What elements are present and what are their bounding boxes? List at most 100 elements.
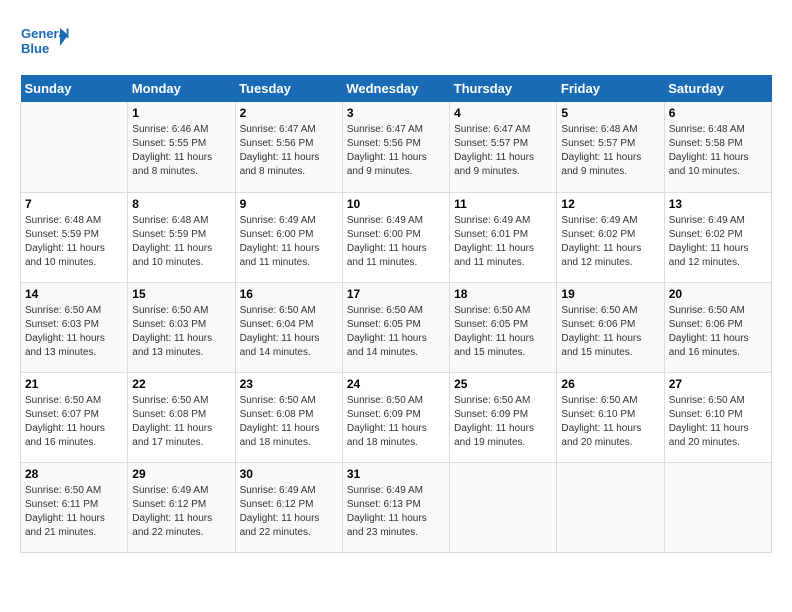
- calendar-cell: 10 Sunrise: 6:49 AMSunset: 6:00 PMDayligh…: [342, 192, 449, 282]
- day-number: 29: [132, 467, 230, 481]
- calendar-table: SundayMondayTuesdayWednesdayThursdayFrid…: [20, 75, 772, 553]
- day-number: 25: [454, 377, 552, 391]
- day-number: 26: [561, 377, 659, 391]
- day-number: 13: [669, 197, 767, 211]
- day-number: 2: [240, 106, 338, 120]
- day-info: Sunrise: 6:48 AMSunset: 5:58 PMDaylight:…: [669, 123, 767, 179]
- day-info: Sunrise: 6:47 AMSunset: 5:56 PMDaylight:…: [240, 123, 338, 179]
- day-number: 19: [561, 287, 659, 301]
- day-info: Sunrise: 6:50 AMSunset: 6:04 PMDaylight:…: [240, 304, 338, 360]
- calendar-week-row: 21Sunrise: 6:50 AMSunset: 6:07 PMDayligh…: [21, 372, 772, 462]
- day-info: Sunrise: 6:50 AMSunset: 6:08 PMDaylight:…: [240, 394, 338, 450]
- day-number: 27: [669, 377, 767, 391]
- day-info: Sunrise: 6:49 AMSunset: 6:00 PMDaylight:…: [347, 214, 445, 270]
- day-info: Sunrise: 6:50 AMSunset: 6:08 PMDaylight:…: [132, 394, 230, 450]
- calendar-cell: 26 Sunrise: 6:50 AMSunset: 6:10 PMDayligh…: [557, 372, 664, 462]
- day-info: Sunrise: 6:50 AMSunset: 6:03 PMDaylight:…: [132, 304, 230, 360]
- header-tuesday: Tuesday: [235, 75, 342, 102]
- logo: General Blue: [20, 20, 70, 65]
- day-number: 17: [347, 287, 445, 301]
- header-friday: Friday: [557, 75, 664, 102]
- calendar-cell: 8Sunrise: 6:48 AMSunset: 5:59 PMDaylight…: [128, 192, 235, 282]
- calendar-header-row: SundayMondayTuesdayWednesdayThursdayFrid…: [21, 75, 772, 102]
- day-number: 24: [347, 377, 445, 391]
- header-saturday: Saturday: [664, 75, 771, 102]
- day-info: Sunrise: 6:48 AMSunset: 5:57 PMDaylight:…: [561, 123, 659, 179]
- day-number: 8: [132, 197, 230, 211]
- calendar-cell: 9Sunrise: 6:49 AMSunset: 6:00 PMDaylight…: [235, 192, 342, 282]
- calendar-cell: 13 Sunrise: 6:49 AMSunset: 6:02 PMDayligh…: [664, 192, 771, 282]
- logo-svg: General Blue: [20, 20, 70, 65]
- calendar-cell: [21, 102, 128, 192]
- day-info: Sunrise: 6:49 AMSunset: 6:12 PMDaylight:…: [240, 484, 338, 540]
- calendar-cell: 6Sunrise: 6:48 AMSunset: 5:58 PMDaylight…: [664, 102, 771, 192]
- day-info: Sunrise: 6:48 AMSunset: 5:59 PMDaylight:…: [25, 214, 123, 270]
- calendar-cell: 27 Sunrise: 6:50 AMSunset: 6:10 PMDayligh…: [664, 372, 771, 462]
- day-info: Sunrise: 6:50 AMSunset: 6:06 PMDaylight:…: [669, 304, 767, 360]
- day-info: Sunrise: 6:50 AMSunset: 6:06 PMDaylight:…: [561, 304, 659, 360]
- day-number: 18: [454, 287, 552, 301]
- day-number: 14: [25, 287, 123, 301]
- calendar-cell: 2 Sunrise: 6:47 AMSunset: 5:56 PMDaylight…: [235, 102, 342, 192]
- day-number: 3: [347, 106, 445, 120]
- day-info: Sunrise: 6:50 AMSunset: 6:10 PMDaylight:…: [561, 394, 659, 450]
- calendar-cell: 16 Sunrise: 6:50 AMSunset: 6:04 PMDayligh…: [235, 282, 342, 372]
- calendar-cell: 15 Sunrise: 6:50 AMSunset: 6:03 PMDayligh…: [128, 282, 235, 372]
- day-number: 31: [347, 467, 445, 481]
- calendar-cell: 20 Sunrise: 6:50 AMSunset: 6:06 PMDayligh…: [664, 282, 771, 372]
- calendar-cell: 21Sunrise: 6:50 AMSunset: 6:07 PMDayligh…: [21, 372, 128, 462]
- day-number: 12: [561, 197, 659, 211]
- day-info: Sunrise: 6:49 AMSunset: 6:13 PMDaylight:…: [347, 484, 445, 540]
- day-info: Sunrise: 6:50 AMSunset: 6:03 PMDaylight:…: [25, 304, 123, 360]
- day-info: Sunrise: 6:46 AMSunset: 5:55 PMDaylight:…: [132, 123, 230, 179]
- header-wednesday: Wednesday: [342, 75, 449, 102]
- header-sunday: Sunday: [21, 75, 128, 102]
- calendar-cell: [450, 462, 557, 552]
- calendar-cell: 7Sunrise: 6:48 AMSunset: 5:59 PMDaylight…: [21, 192, 128, 282]
- day-number: 10: [347, 197, 445, 211]
- day-number: 11: [454, 197, 552, 211]
- day-number: 20: [669, 287, 767, 301]
- day-info: Sunrise: 6:49 AMSunset: 6:12 PMDaylight:…: [132, 484, 230, 540]
- calendar-cell: 3 Sunrise: 6:47 AMSunset: 5:56 PMDaylight…: [342, 102, 449, 192]
- calendar-week-row: 7Sunrise: 6:48 AMSunset: 5:59 PMDaylight…: [21, 192, 772, 282]
- day-info: Sunrise: 6:50 AMSunset: 6:11 PMDaylight:…: [25, 484, 123, 540]
- calendar-cell: 17 Sunrise: 6:50 AMSunset: 6:05 PMDayligh…: [342, 282, 449, 372]
- calendar-cell: 22Sunrise: 6:50 AMSunset: 6:08 PMDayligh…: [128, 372, 235, 462]
- day-number: 15: [132, 287, 230, 301]
- calendar-cell: 11 Sunrise: 6:49 AMSunset: 6:01 PMDayligh…: [450, 192, 557, 282]
- day-number: 1: [132, 106, 230, 120]
- calendar-week-row: 14 Sunrise: 6:50 AMSunset: 6:03 PMDayligh…: [21, 282, 772, 372]
- calendar-cell: 18 Sunrise: 6:50 AMSunset: 6:05 PMDayligh…: [450, 282, 557, 372]
- calendar-cell: 29 Sunrise: 6:49 AMSunset: 6:12 PMDayligh…: [128, 462, 235, 552]
- day-info: Sunrise: 6:47 AMSunset: 5:56 PMDaylight:…: [347, 123, 445, 179]
- calendar-cell: 14 Sunrise: 6:50 AMSunset: 6:03 PMDayligh…: [21, 282, 128, 372]
- day-number: 30: [240, 467, 338, 481]
- day-number: 16: [240, 287, 338, 301]
- calendar-week-row: 28Sunrise: 6:50 AMSunset: 6:11 PMDayligh…: [21, 462, 772, 552]
- day-info: Sunrise: 6:49 AMSunset: 6:02 PMDaylight:…: [561, 214, 659, 270]
- day-info: Sunrise: 6:50 AMSunset: 6:05 PMDaylight:…: [347, 304, 445, 360]
- day-number: 23: [240, 377, 338, 391]
- day-info: Sunrise: 6:50 AMSunset: 6:09 PMDaylight:…: [347, 394, 445, 450]
- day-info: Sunrise: 6:50 AMSunset: 6:05 PMDaylight:…: [454, 304, 552, 360]
- header-thursday: Thursday: [450, 75, 557, 102]
- day-info: Sunrise: 6:50 AMSunset: 6:09 PMDaylight:…: [454, 394, 552, 450]
- calendar-cell: [557, 462, 664, 552]
- page-header: General Blue: [20, 20, 772, 65]
- day-info: Sunrise: 6:50 AMSunset: 6:10 PMDaylight:…: [669, 394, 767, 450]
- calendar-cell: 28Sunrise: 6:50 AMSunset: 6:11 PMDayligh…: [21, 462, 128, 552]
- header-monday: Monday: [128, 75, 235, 102]
- calendar-cell: [664, 462, 771, 552]
- day-info: Sunrise: 6:49 AMSunset: 6:01 PMDaylight:…: [454, 214, 552, 270]
- calendar-cell: 4Sunrise: 6:47 AMSunset: 5:57 PMDaylight…: [450, 102, 557, 192]
- calendar-cell: 31 Sunrise: 6:49 AMSunset: 6:13 PMDayligh…: [342, 462, 449, 552]
- day-info: Sunrise: 6:49 AMSunset: 6:02 PMDaylight:…: [669, 214, 767, 270]
- day-info: Sunrise: 6:50 AMSunset: 6:07 PMDaylight:…: [25, 394, 123, 450]
- day-number: 5: [561, 106, 659, 120]
- calendar-cell: 30 Sunrise: 6:49 AMSunset: 6:12 PMDayligh…: [235, 462, 342, 552]
- calendar-cell: 5 Sunrise: 6:48 AMSunset: 5:57 PMDaylight…: [557, 102, 664, 192]
- calendar-cell: 23 Sunrise: 6:50 AMSunset: 6:08 PMDayligh…: [235, 372, 342, 462]
- calendar-cell: 12 Sunrise: 6:49 AMSunset: 6:02 PMDayligh…: [557, 192, 664, 282]
- calendar-cell: 25 Sunrise: 6:50 AMSunset: 6:09 PMDayligh…: [450, 372, 557, 462]
